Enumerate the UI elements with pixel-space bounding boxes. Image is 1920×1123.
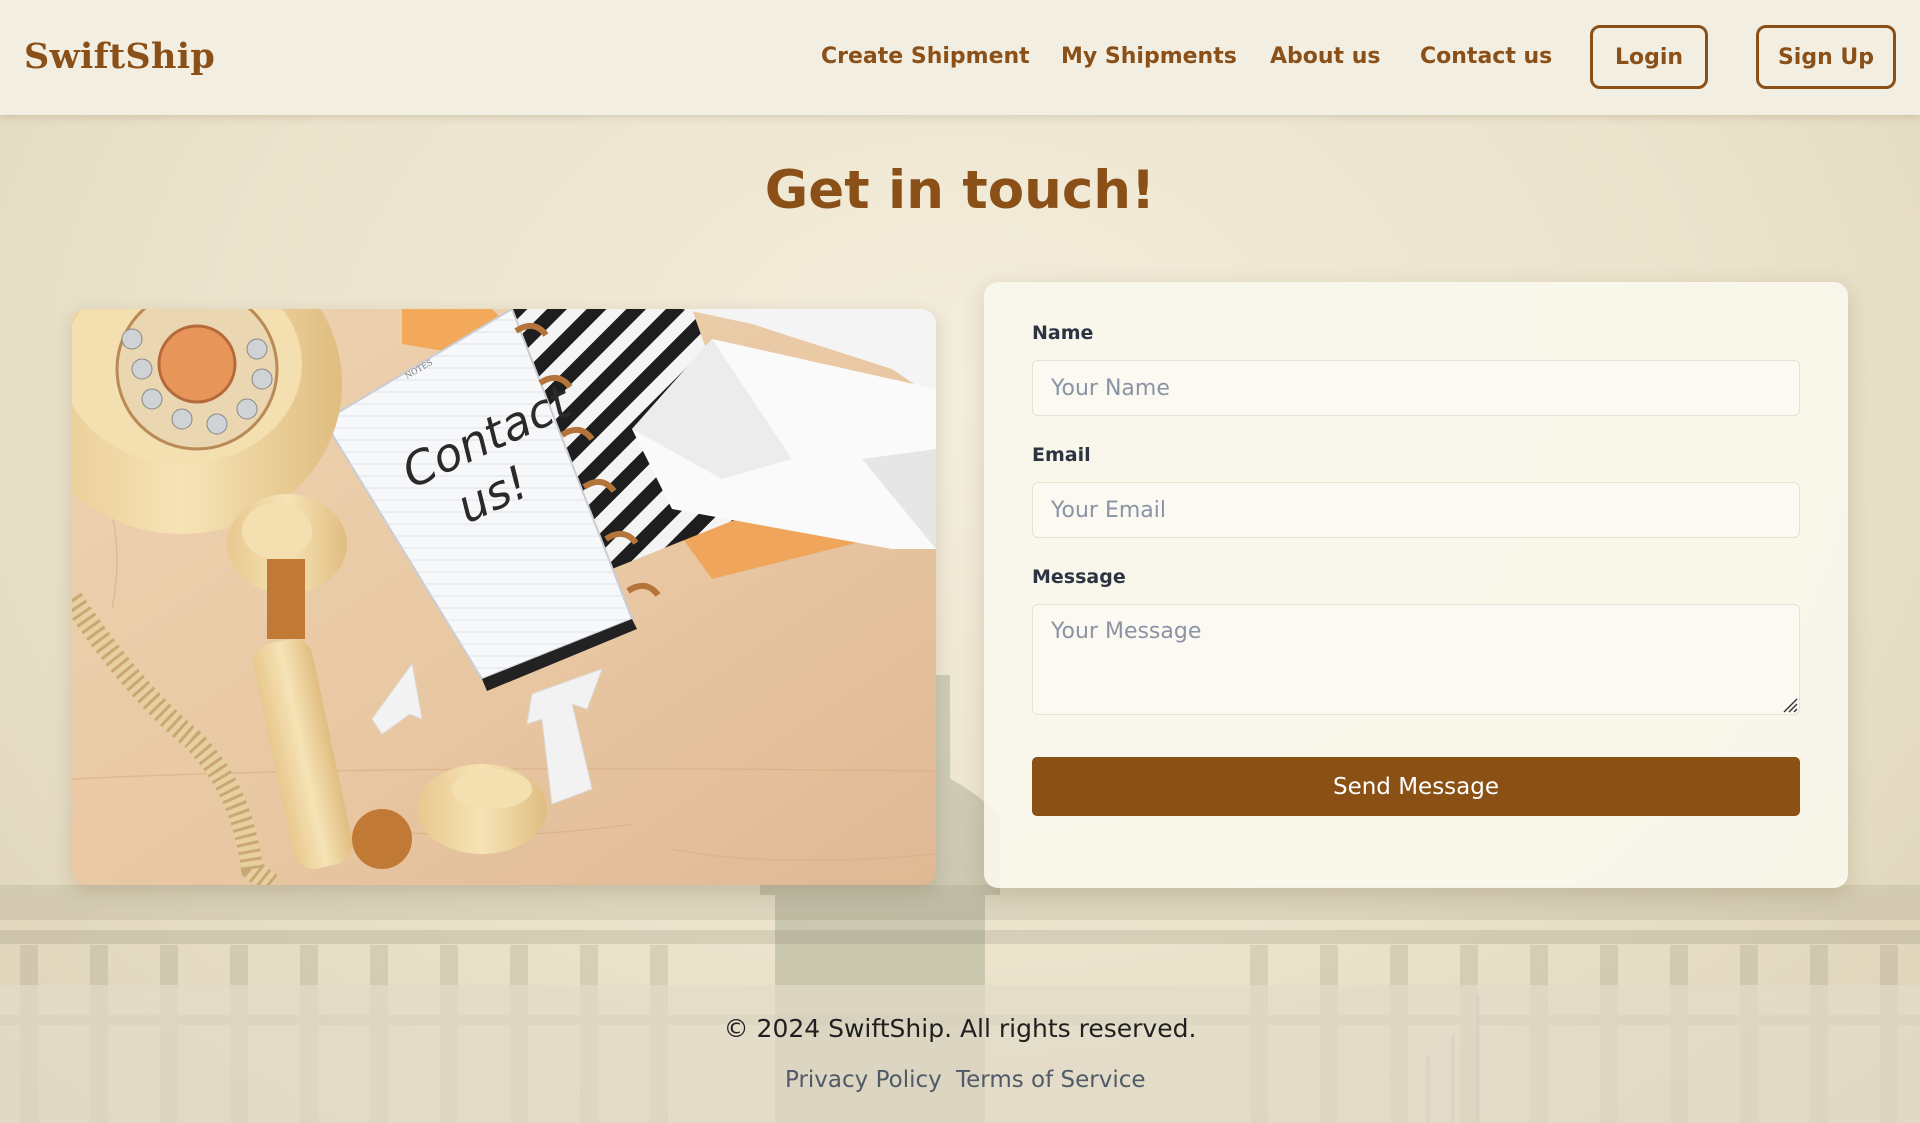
email-label: Email: [1032, 444, 1091, 466]
site-footer: © 2024 SwiftShip. All rights reserved. P…: [0, 985, 1920, 1123]
privacy-policy-link[interactable]: Privacy Policy: [785, 1067, 942, 1093]
login-button[interactable]: Login: [1590, 25, 1708, 89]
contact-form: Name Email Message Send Message: [984, 282, 1848, 888]
name-label: Name: [1032, 322, 1094, 344]
terms-of-service-link[interactable]: Terms of Service: [956, 1067, 1146, 1093]
copyright-text: © 2024 SwiftShip. All rights reserved.: [723, 1014, 1197, 1043]
message-label: Message: [1032, 566, 1126, 588]
page-title: Get in touch!: [764, 160, 1156, 221]
name-input[interactable]: [1032, 360, 1800, 416]
nav-create-shipment[interactable]: Create Shipment: [821, 44, 1030, 69]
signup-button[interactable]: Sign Up: [1756, 25, 1896, 89]
message-field-wrapper: [1032, 604, 1800, 715]
contact-photo: NOTES Contact us!: [72, 309, 936, 885]
nav-about-us[interactable]: About us: [1270, 44, 1380, 69]
send-message-button[interactable]: Send Message: [1032, 757, 1800, 816]
message-textarea[interactable]: [1032, 604, 1800, 715]
nav-contact-us[interactable]: Contact us: [1420, 44, 1552, 69]
site-logo[interactable]: SwiftShip: [24, 36, 215, 77]
resize-handle-icon[interactable]: [1782, 697, 1798, 713]
nav-my-shipments[interactable]: My Shipments: [1061, 44, 1237, 69]
site-header: SwiftShip Create Shipment My Shipments A…: [0, 0, 1920, 115]
email-input[interactable]: [1032, 482, 1800, 538]
